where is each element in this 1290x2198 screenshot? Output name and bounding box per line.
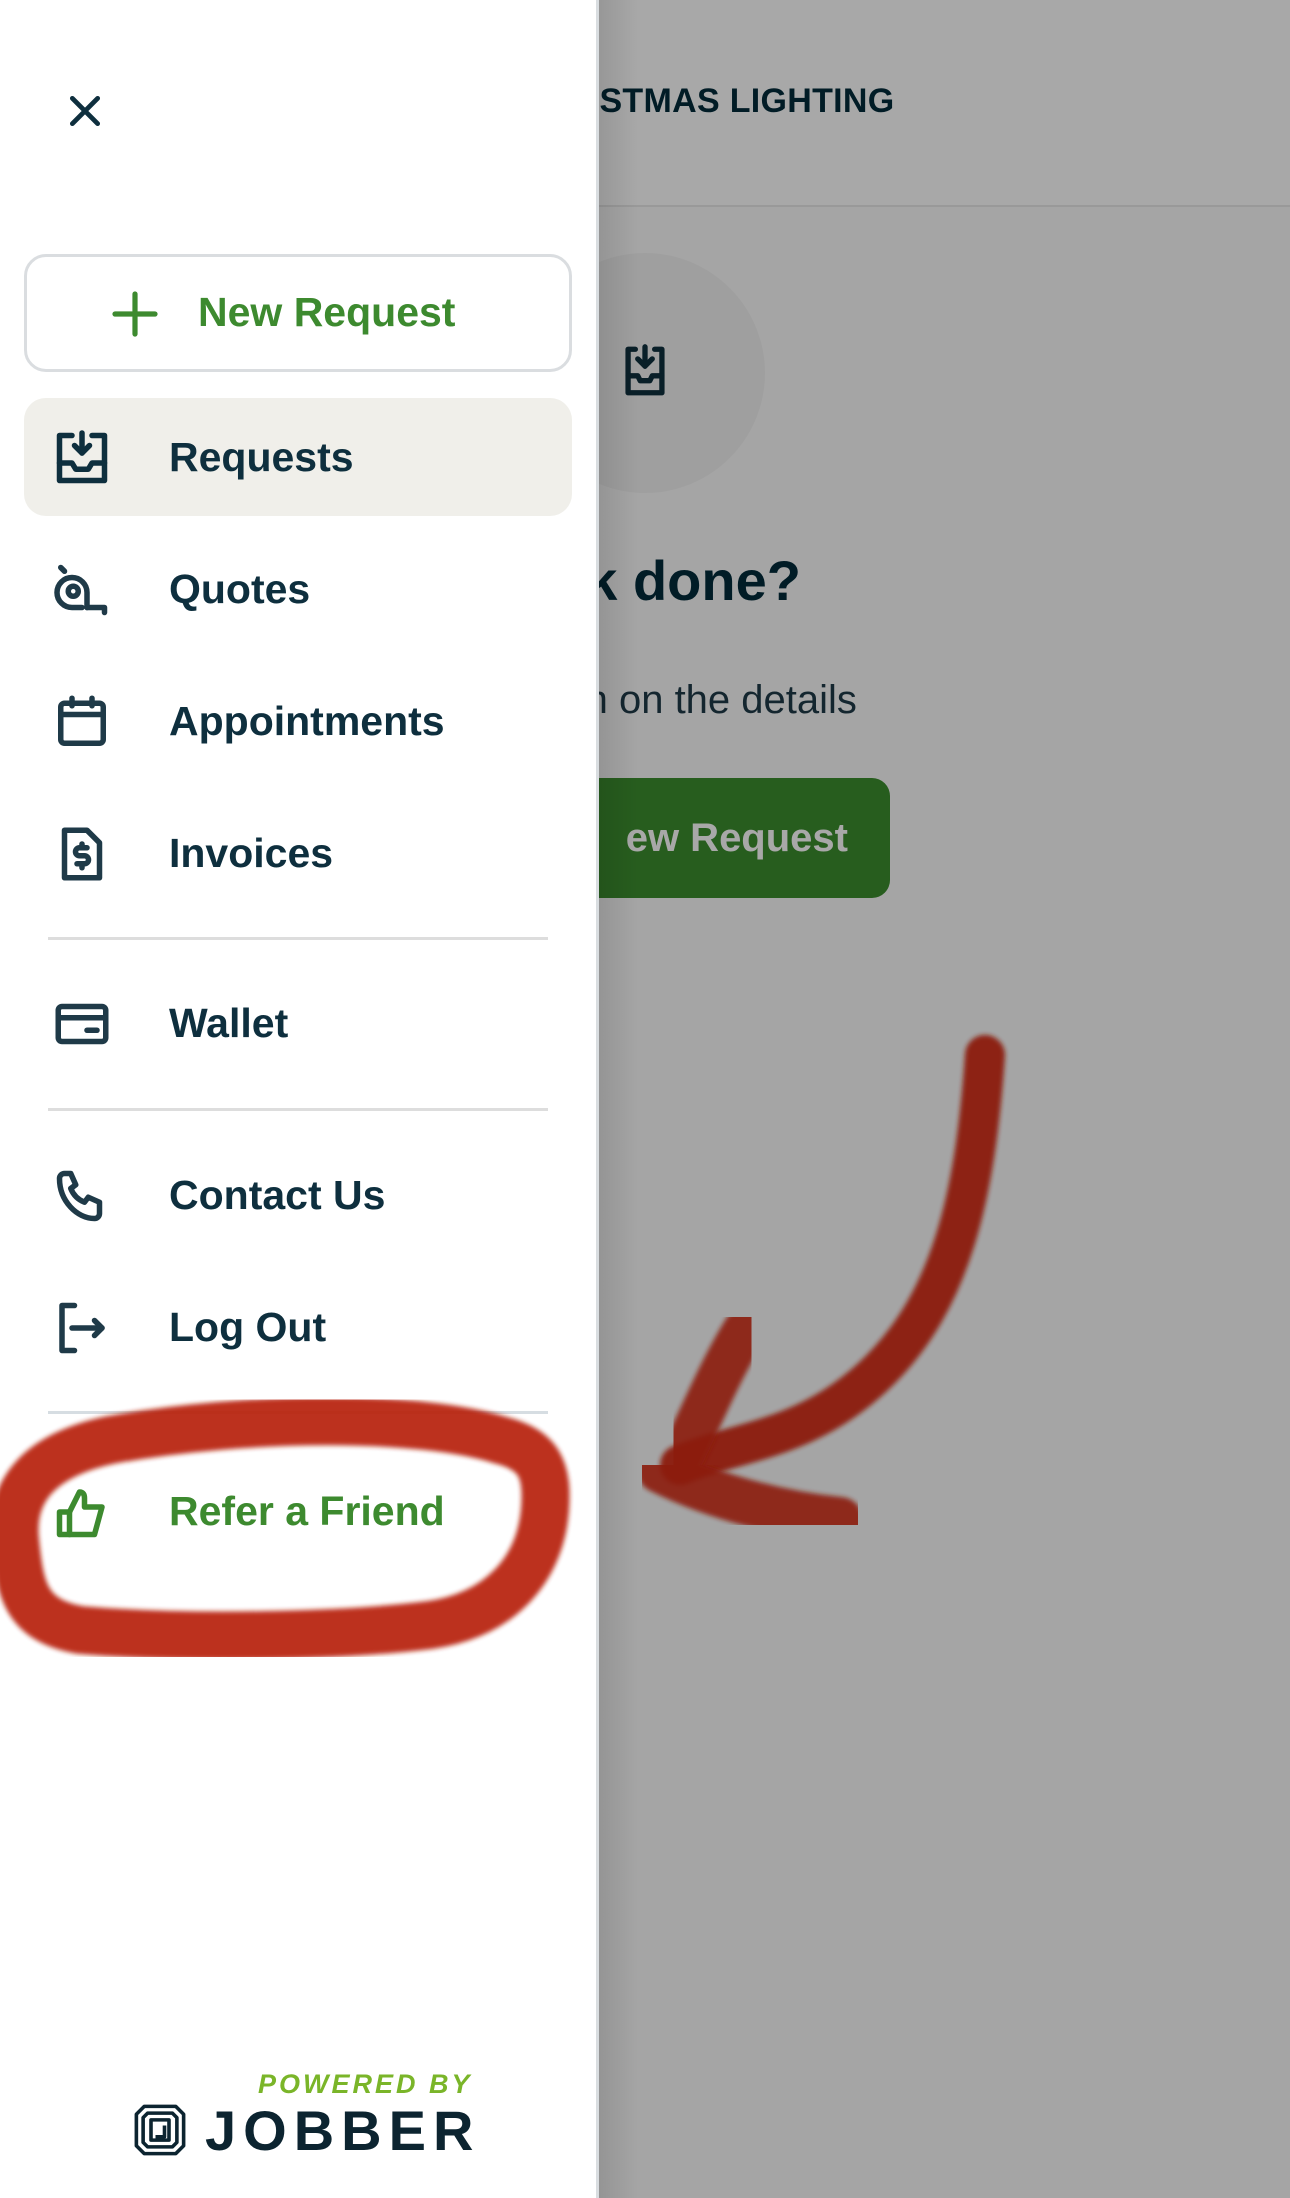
nav-item-refer-a-friend[interactable]: Refer a Friend [24,1452,572,1570]
powered-by-label: POWERED BY [258,2069,473,2099]
nav-item-label: Invoices [169,830,334,876]
tape-measure-icon [54,564,108,616]
nav-item-label: Wallet [169,1000,289,1046]
phone-icon [56,1170,103,1222]
nav-item-wallet[interactable]: Wallet [24,964,572,1082]
divider [48,1411,548,1414]
credit-card-icon [55,1003,109,1045]
nav-item-appointments[interactable]: Appointments [24,662,572,780]
thumbs-up-icon [56,1489,105,1538]
inbox-download-icon [56,430,108,484]
jobber-wordmark: JOBBER [205,2099,481,2162]
new-request-label: New Request [198,289,456,335]
invoice-dollar-icon [61,827,103,881]
divider [48,937,548,940]
nav-item-label: Appointments [169,698,445,744]
nav-item-label: Refer a Friend [169,1488,445,1534]
navigation-drawer: New Request Requests Quotes Appointments… [0,0,599,2198]
logout-icon [59,1302,105,1354]
nav-item-requests[interactable]: Requests [24,398,572,516]
nav-item-label: Quotes [169,566,311,612]
nav-item-label: Log Out [169,1304,327,1350]
nav-item-label: Requests [169,434,354,480]
nav-item-log-out[interactable]: Log Out [24,1268,572,1386]
nav-item-quotes[interactable]: Quotes [24,530,572,648]
close-button[interactable] [52,78,118,144]
nav-item-invoices[interactable]: Invoices [24,794,572,912]
plus-icon [112,291,158,337]
nav-item-label: Contact Us [169,1172,386,1218]
jobber-logo-icon [134,2104,186,2156]
divider [48,1108,548,1111]
new-request-button[interactable]: New Request [24,254,572,372]
drawer-shadow [598,0,638,2198]
calendar-icon [58,695,106,746]
nav-item-contact-us[interactable]: Contact Us [24,1136,572,1254]
close-icon [69,95,101,127]
